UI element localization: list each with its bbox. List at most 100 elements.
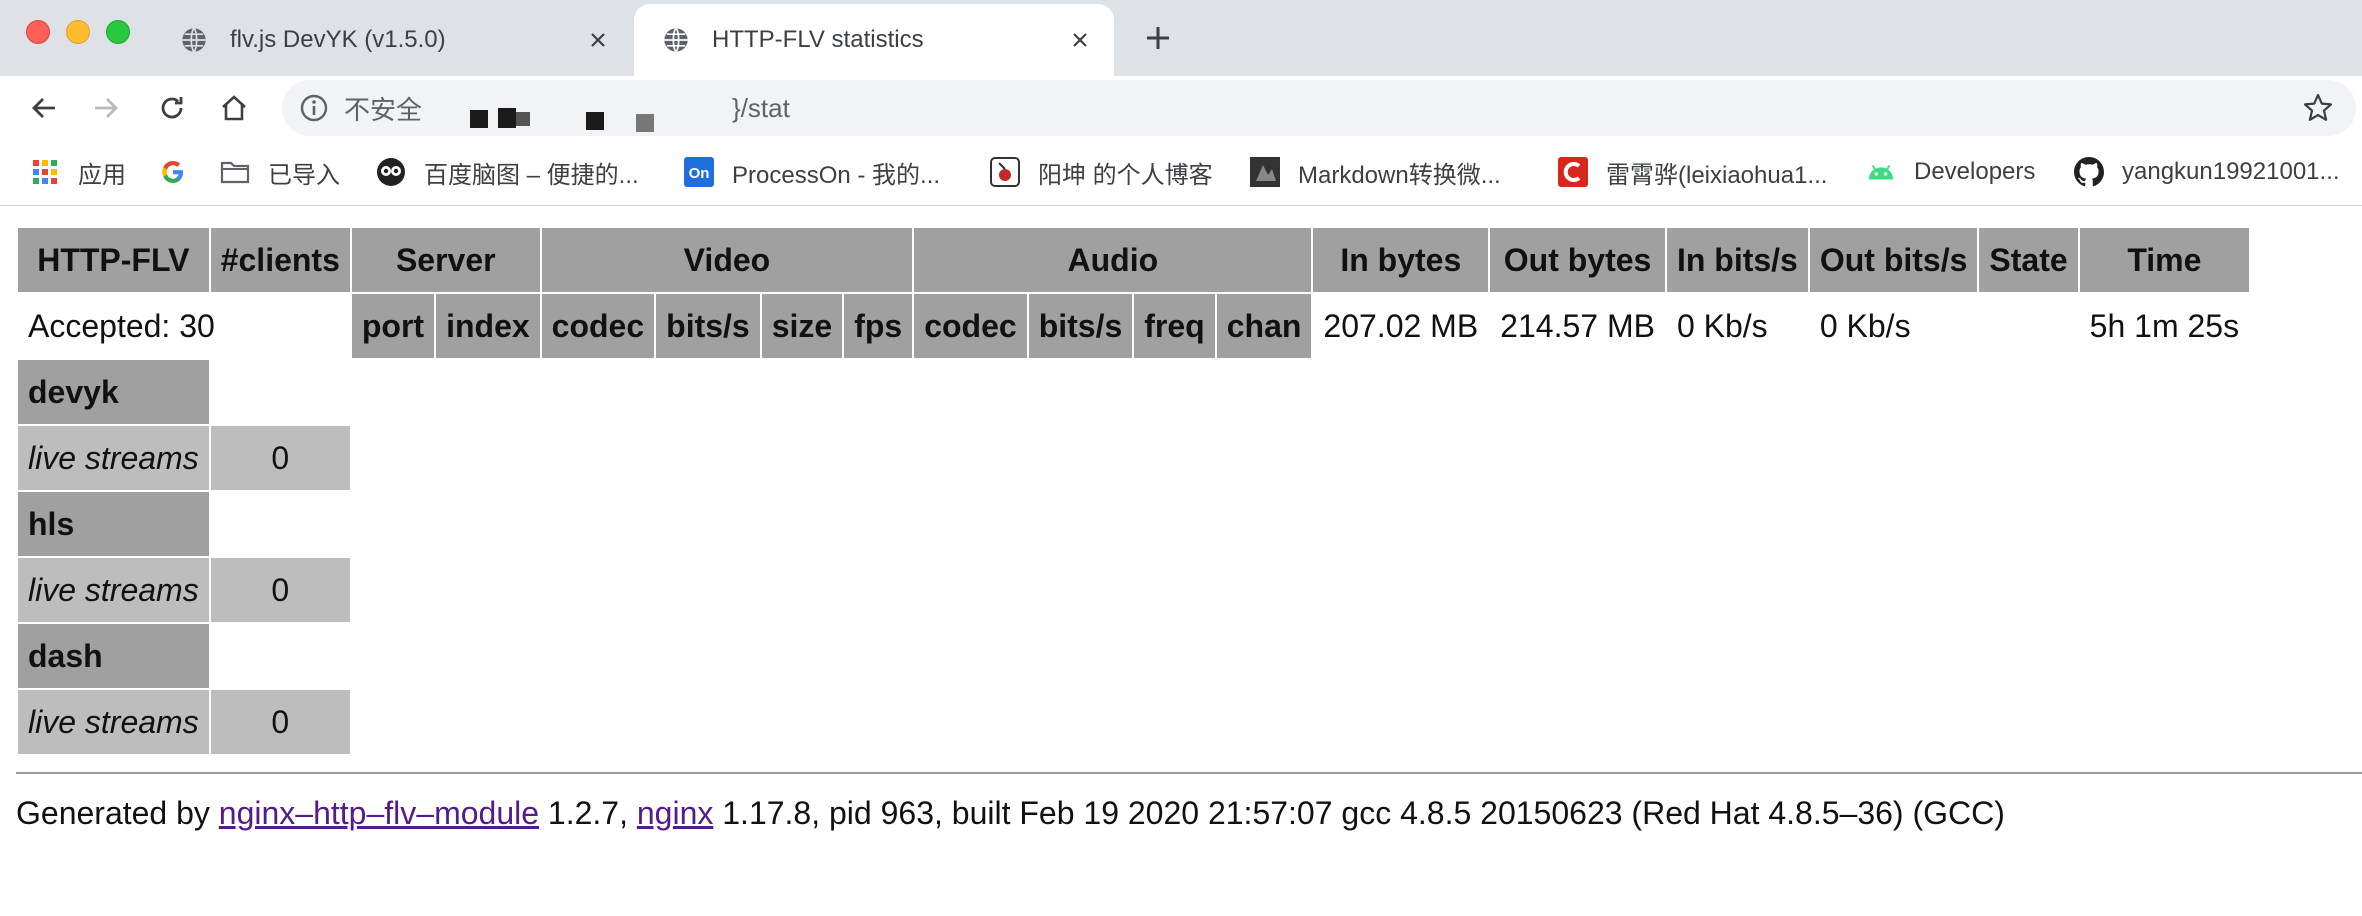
markdown-icon: [1250, 157, 1280, 187]
bookmark-markdown[interactable]: Markdown转换微...: [1250, 152, 1501, 192]
col-in-bits: In bits/s: [1666, 228, 1808, 292]
subcol-audio-bits: bits/s: [1028, 294, 1133, 358]
live-streams-count: 0: [210, 558, 350, 622]
bookmark-apps[interactable]: 应用: [30, 152, 126, 192]
bookmark-star-icon[interactable]: [2302, 92, 2334, 124]
bookmark-developers[interactable]: Developers: [1866, 152, 2035, 192]
url-text: }/stat: [732, 92, 790, 123]
close-tab-icon[interactable]: [1064, 24, 1096, 56]
bookmark-label: ProcessOn - 我的...: [732, 161, 941, 189]
reload-icon: [161, 97, 183, 119]
col-time: Time: [2079, 228, 2250, 292]
flv-stats-table: HTTP-FLV #clients Server Video Audio In …: [16, 226, 2251, 756]
footer-build-info: 1.17.8, pid 963, built Feb 19 2020 21:57…: [713, 795, 2005, 831]
page-content: HTTP-FLV #clients Server Video Audio In …: [0, 207, 2362, 916]
bookmark-imported-folder[interactable]: 已导入: [220, 152, 340, 192]
module-link[interactable]: nginx–http–flv–module: [219, 795, 539, 831]
processon-icon: On: [684, 157, 714, 187]
subcol-port: port: [351, 294, 435, 358]
col-video: Video: [541, 228, 913, 292]
address-bar[interactable]: 不安全 }/stat: [282, 80, 2356, 136]
subcol-chan: chan: [1216, 294, 1312, 358]
in-bits-value: 0 Kb/s: [1676, 307, 1768, 344]
bookmark-processon[interactable]: On ProcessOn - 我的...: [684, 152, 940, 192]
bookmark-label: 阳坤 的个人博客: [1038, 161, 1213, 189]
time-value: 5h 1m 25s: [2089, 307, 2240, 344]
apps-grid-icon: [30, 157, 60, 187]
owl-icon: [376, 157, 406, 187]
bookmark-label: 应用: [78, 161, 126, 189]
zoom-window-button[interactable]: [106, 20, 130, 44]
forward-button[interactable]: [86, 88, 126, 128]
security-label: 不安全: [344, 94, 423, 125]
reload-button[interactable]: [152, 88, 192, 128]
google-g-icon: [158, 157, 188, 187]
bookmark-baidu-naotu[interactable]: 百度脑图 – 便捷的...: [376, 152, 639, 192]
close-tab-icon[interactable]: [582, 24, 614, 56]
header-row: HTTP-FLV #clients Server Video Audio In …: [18, 228, 2250, 292]
bookmark-google[interactable]: [158, 152, 206, 192]
col-out-bytes: Out bytes: [1490, 228, 1665, 292]
bookmark-leixiaohua[interactable]: 雷霄骅(leixiaohua1...: [1558, 152, 1827, 192]
plus-icon: [1147, 27, 1169, 49]
bookmarks-bar: 应用 已导入 百度脑图 – 便捷的... On ProcessOn - 我的..…: [0, 140, 2362, 206]
app-row: devyk: [18, 360, 2249, 424]
footer-module-version: 1.2.7,: [539, 795, 637, 831]
footer-text: Generated by nginx–http–flv–module 1.2.7…: [16, 795, 2005, 832]
home-button[interactable]: [214, 88, 254, 128]
tab-http-flv-statistics[interactable]: HTTP-FLV statistics: [634, 4, 1114, 76]
android-icon: [1866, 157, 1896, 187]
bookmark-label: yangkun19921001...: [2122, 158, 2340, 185]
accepted-count: Accepted: 30: [28, 307, 215, 344]
blog-icon: [990, 157, 1020, 187]
back-button[interactable]: [24, 88, 64, 128]
app-row: hls: [18, 492, 2249, 556]
minimize-window-button[interactable]: [66, 20, 90, 44]
subcol-size: size: [761, 294, 843, 358]
subcol-index: index: [436, 294, 540, 358]
live-streams-label: live streams: [18, 426, 209, 490]
col-clients: #clients: [210, 228, 350, 292]
browser-titlebar: flv.js DevYK (v1.5.0) HTTP-FLV statistic…: [0, 0, 2362, 76]
out-bytes-value: 214.57 MB: [1500, 307, 1655, 344]
browser-toolbar: 不安全 }/stat: [0, 76, 2362, 140]
app-name: dash: [18, 624, 209, 688]
close-window-button[interactable]: [26, 20, 50, 44]
info-icon[interactable]: [298, 92, 330, 124]
footer-prefix: Generated by: [16, 795, 219, 831]
live-streams-label: live streams: [18, 558, 209, 622]
bookmark-label: 雷霄骅(leixiaohua1...: [1606, 161, 1828, 189]
bookmark-yangkun-blog[interactable]: 阳坤 的个人博客: [990, 152, 1213, 192]
app-row: dash: [18, 624, 2249, 688]
bookmark-label: 百度脑图 – 便捷的...: [424, 161, 639, 189]
subcol-video-codec: codec: [541, 294, 655, 358]
new-tab-button[interactable]: [1138, 18, 1178, 58]
nginx-link[interactable]: nginx: [637, 795, 714, 831]
col-audio: Audio: [914, 228, 1312, 292]
globe-icon: [180, 26, 208, 54]
tab-flvjs[interactable]: flv.js DevYK (v1.5.0): [152, 4, 632, 76]
summary-row: Accepted: 30 port index codec bits/s siz…: [18, 294, 2249, 358]
in-bytes-value: 207.02 MB: [1323, 307, 1479, 344]
bookmark-label: 已导入: [268, 161, 340, 189]
folder-icon: [220, 157, 250, 187]
out-bits-value: 0 Kb/s: [1819, 307, 1911, 344]
live-streams-label: live streams: [18, 690, 209, 754]
tab-title: flv.js DevYK (v1.5.0): [230, 26, 446, 53]
state-value: [1979, 294, 2077, 358]
arrow-right-icon: [95, 98, 118, 118]
footer-divider: [16, 772, 2362, 774]
live-streams-row: live streams 0: [18, 558, 2249, 622]
col-out-bits: Out bits/s: [1809, 228, 1978, 292]
bookmark-label: Developers: [1914, 158, 2036, 185]
col-state: State: [1979, 228, 2078, 292]
svg-text:On: On: [689, 165, 710, 182]
github-icon: [2074, 157, 2104, 187]
col-in-bytes: In bytes: [1313, 228, 1489, 292]
subcol-audio-codec: codec: [914, 294, 1027, 358]
bookmark-github[interactable]: yangkun19921001...: [2074, 152, 2340, 192]
app-name: devyk: [18, 360, 209, 424]
subcol-freq: freq: [1134, 294, 1215, 358]
subcol-video-bits: bits/s: [656, 294, 760, 358]
bookmark-label: Markdown转换微...: [1298, 161, 1501, 189]
